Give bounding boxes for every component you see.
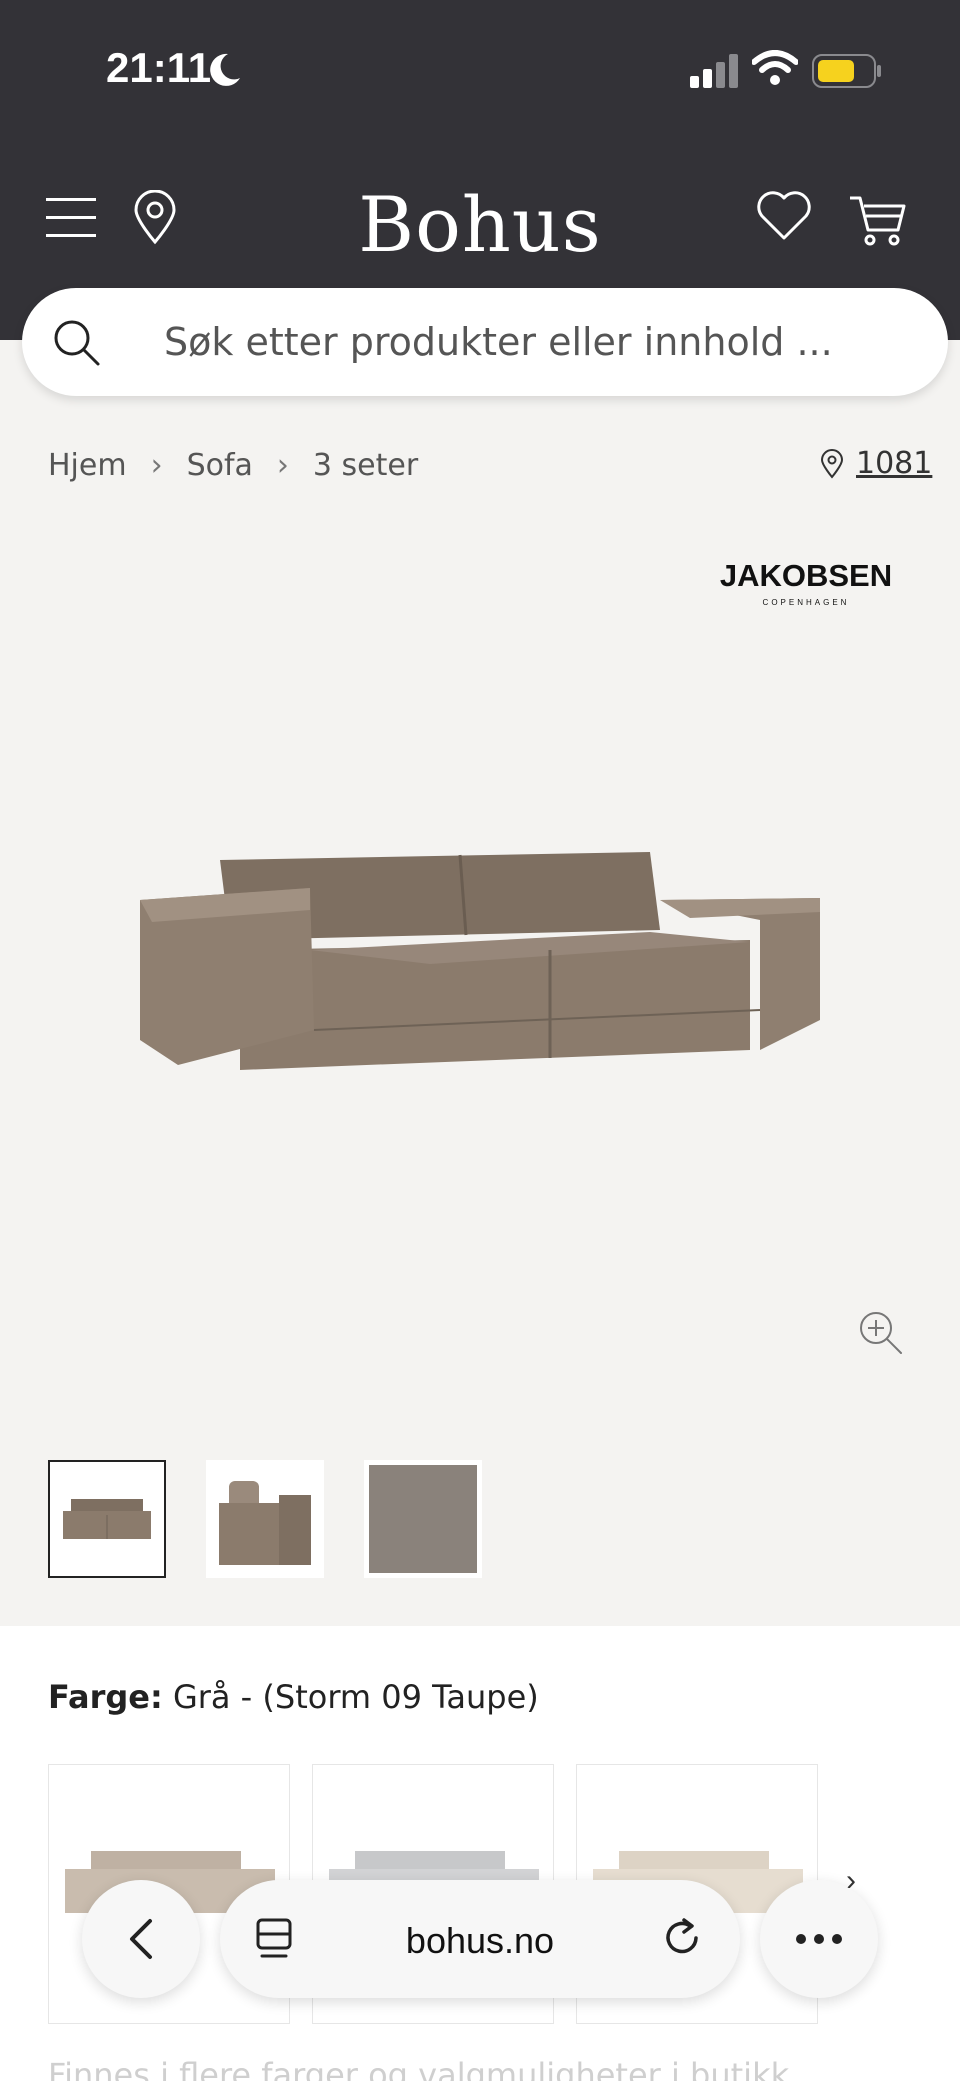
manufacturer-logo: JAKOBSEN COPENHAGEN bbox=[706, 558, 906, 607]
chevron-left-icon bbox=[130, 1919, 152, 1959]
search-bar[interactable] bbox=[22, 288, 948, 396]
breadcrumb-item-home[interactable]: Hjem bbox=[48, 448, 127, 483]
thumbnail-front[interactable] bbox=[48, 1460, 166, 1578]
zoom-in-icon[interactable] bbox=[858, 1310, 904, 1356]
product-image[interactable] bbox=[130, 840, 830, 1110]
status-time: 21:11 bbox=[106, 44, 212, 91]
more-options-text: Finnes i flere farger og valgmuligheter … bbox=[48, 2056, 790, 2081]
cellular-signal-icon bbox=[690, 54, 738, 88]
breadcrumb-item-3-seter[interactable]: 3 seter bbox=[313, 448, 418, 483]
thumbnail-strip bbox=[48, 1460, 482, 1578]
chevron-right-icon: › bbox=[276, 448, 289, 483]
thumbnail-fabric[interactable] bbox=[364, 1460, 482, 1578]
chevron-right-icon: › bbox=[150, 448, 163, 483]
breadcrumb-item-sofa[interactable]: Sofa bbox=[187, 448, 253, 483]
manufacturer-logo-sub: COPENHAGEN bbox=[762, 598, 850, 607]
reload-icon[interactable] bbox=[660, 1916, 704, 1960]
color-label: Farge: Grå - (Storm 09 Taupe) bbox=[48, 1678, 539, 1716]
back-button[interactable] bbox=[82, 1880, 200, 1998]
location-pin-icon bbox=[820, 448, 844, 479]
manufacturer-logo-main: JAKOBSEN bbox=[719, 558, 893, 593]
ellipsis-icon bbox=[796, 1934, 842, 1944]
more-options-button[interactable] bbox=[760, 1880, 878, 1998]
product-options-panel: Farge: Grå - (Storm 09 Taupe) › Finnes i… bbox=[0, 1626, 960, 2081]
fabric-swatch bbox=[369, 1465, 477, 1573]
search-icon bbox=[54, 320, 100, 366]
search-input[interactable] bbox=[164, 312, 904, 372]
wifi-icon bbox=[752, 50, 798, 85]
brand-logo[interactable]: Bohus bbox=[0, 180, 960, 269]
address-bar[interactable]: bohus.no bbox=[220, 1880, 740, 1998]
heart-icon[interactable] bbox=[756, 190, 812, 242]
browser-toolbar: bohus.no bbox=[0, 1880, 960, 2010]
battery-icon bbox=[812, 54, 881, 88]
cart-icon[interactable] bbox=[848, 192, 908, 248]
moon-icon bbox=[210, 53, 240, 86]
color-label-key: Farge: bbox=[48, 1678, 163, 1716]
store-code[interactable]: 1081 bbox=[856, 446, 932, 481]
breadcrumb: Hjem › Sofa › 3 seter bbox=[48, 448, 418, 483]
thumbnail-side[interactable] bbox=[206, 1460, 324, 1578]
color-value: Grå - (Storm 09 Taupe) bbox=[172, 1678, 539, 1716]
selected-store[interactable]: 1081 bbox=[820, 446, 932, 481]
